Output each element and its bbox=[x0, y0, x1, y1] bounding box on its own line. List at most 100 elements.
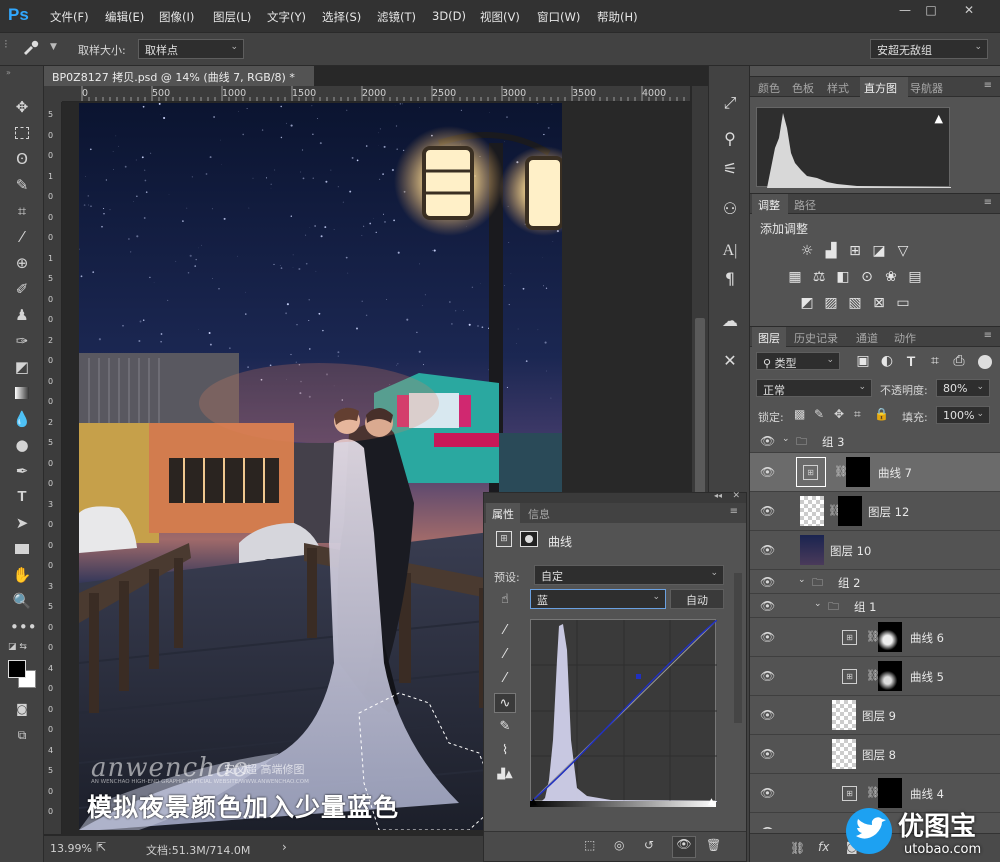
lock-position-icon[interactable]: ✥ bbox=[834, 407, 844, 421]
properties-scrollbar[interactable] bbox=[734, 573, 742, 723]
filter-toggle[interactable] bbox=[978, 355, 992, 369]
panel-menu-icon[interactable]: ≡ bbox=[984, 330, 992, 341]
layer-name[interactable]: 图层 12 bbox=[868, 504, 909, 520]
eye-icon[interactable]: 👁 bbox=[760, 825, 775, 829]
more-tools-icon[interactable]: ••• bbox=[10, 616, 37, 638]
eraser-tool-icon[interactable]: ◩ bbox=[10, 356, 34, 378]
layer-row-group-1[interactable]: 👁 ⌄ 🗀 组 1 bbox=[750, 594, 1000, 618]
layer-name[interactable]: 图层 9 bbox=[862, 708, 896, 724]
levels-icon[interactable]: ▟ bbox=[822, 242, 840, 260]
panel-menu-icon[interactable]: ≡ bbox=[984, 197, 992, 208]
tool-presets-icon[interactable]: ✕ bbox=[719, 350, 741, 372]
filter-smart-object-icon[interactable]: ⎙ bbox=[950, 352, 968, 370]
workspace-select[interactable]: 安超无敌组 ⌄ bbox=[870, 39, 988, 59]
reset-icon[interactable]: ↺ bbox=[644, 838, 654, 852]
tab-history[interactable]: 历史记录 bbox=[794, 330, 838, 346]
black-point-eyedropper-icon[interactable]: ⁄ bbox=[494, 621, 516, 641]
blur-tool-icon[interactable]: 💧 bbox=[10, 408, 34, 430]
tab-info[interactable]: 信息 bbox=[528, 506, 550, 522]
menu-help[interactable]: 帮助(H) bbox=[597, 9, 638, 25]
white-point-slider[interactable]: ▲ bbox=[708, 797, 715, 807]
tab-navigator[interactable]: 导航器 bbox=[910, 80, 943, 96]
quick-select-tool-icon[interactable]: ✎ bbox=[10, 174, 34, 196]
smooth-curve-icon[interactable]: ⌇ bbox=[494, 741, 516, 761]
tool-preset-chevron-icon[interactable]: ▼ bbox=[50, 42, 57, 52]
exposure-icon[interactable]: ◪ bbox=[870, 242, 888, 260]
dodge-tool-icon[interactable]: ● bbox=[10, 434, 34, 456]
collapse-icon[interactable]: » bbox=[6, 68, 11, 77]
menu-type[interactable]: 文字(Y) bbox=[267, 9, 306, 25]
share-icon[interactable]: ⇱ bbox=[96, 840, 106, 854]
tab-paths[interactable]: 路径 bbox=[794, 197, 816, 213]
panel-menu-icon[interactable]: ≡ bbox=[730, 506, 738, 517]
document-tab[interactable]: BP0Z8127 拷贝.psd @ 14% (曲线 7, RGB/8) * × bbox=[44, 66, 314, 98]
warning-icon[interactable]: ▲ bbox=[935, 112, 943, 125]
eyedropper-tool-icon[interactable] bbox=[22, 40, 42, 56]
lasso-tool-icon[interactable]: ʘ bbox=[10, 148, 34, 170]
crop-tool-icon[interactable]: ⌗ bbox=[10, 200, 34, 222]
clipping-warning-icon[interactable]: ▟▲ bbox=[494, 765, 516, 785]
tab-color[interactable]: 颜色 bbox=[758, 80, 780, 96]
layer-row-curves-6[interactable]: 👁 ⊞ ⛓ 曲线 6 bbox=[750, 618, 1000, 657]
curves-plot[interactable] bbox=[531, 620, 717, 802]
menu-image[interactable]: 图像(I) bbox=[159, 9, 194, 25]
collapse-icon[interactable]: ◂◂ bbox=[714, 491, 722, 500]
layer-name[interactable]: 曲线 4 bbox=[910, 786, 944, 802]
zoom-level[interactable]: 13.99% bbox=[50, 842, 92, 855]
gray-point-eyedropper-icon[interactable]: ⁄ bbox=[494, 645, 516, 665]
adjust-sliders-icon[interactable]: ⚟ bbox=[719, 158, 741, 180]
close-button[interactable]: ✕ bbox=[952, 0, 986, 22]
tab-layers[interactable]: 图层 bbox=[758, 330, 780, 346]
eyedropper-tool-icon[interactable]: ⁄ bbox=[10, 226, 34, 248]
fx-icon[interactable]: fx bbox=[818, 840, 829, 854]
default-colors-icon[interactable]: ◪ ⇆ bbox=[8, 642, 27, 652]
layer-name[interactable]: 组 2 bbox=[838, 575, 860, 591]
tab-styles[interactable]: 样式 bbox=[827, 80, 849, 96]
path-selection-tool-icon[interactable]: ➤ bbox=[10, 512, 34, 534]
visibility-eye-icon[interactable]: 👁 bbox=[672, 836, 696, 858]
layer-mask-thumb[interactable] bbox=[878, 661, 902, 691]
type-tool-icon[interactable]: T bbox=[10, 486, 34, 508]
panel-titlebar[interactable]: ◂◂ ✕ bbox=[484, 491, 746, 503]
layer-row-curves-5[interactable]: 👁 ⊞ ⛓ 曲线 5 bbox=[750, 657, 1000, 696]
layer-name[interactable]: 曲线 6 bbox=[910, 630, 944, 646]
chevron-right-icon[interactable]: › bbox=[282, 840, 287, 854]
layer-name[interactable]: 曲线 5 bbox=[910, 669, 944, 685]
menu-select[interactable]: 选择(S) bbox=[322, 9, 361, 25]
channel-mixer-icon[interactable]: ❀ bbox=[882, 268, 900, 286]
layer-row-layer-9[interactable]: 👁 图层 9 bbox=[750, 696, 1000, 735]
eye-icon[interactable]: 👁 bbox=[760, 630, 775, 644]
gradient-tool-icon[interactable] bbox=[10, 382, 34, 404]
quick-mask-icon[interactable]: ◙ bbox=[10, 698, 34, 720]
opacity-field[interactable]: 80% ⌄ bbox=[936, 379, 990, 397]
layer-mask-thumb[interactable] bbox=[838, 496, 862, 526]
hand-tool-icon[interactable]: ✋ bbox=[10, 564, 34, 586]
foreground-color-swatch-front[interactable] bbox=[8, 660, 26, 678]
curves-graph[interactable] bbox=[530, 619, 717, 802]
panel-menu-icon[interactable]: ≡ bbox=[984, 80, 992, 91]
layer-filter-select[interactable]: ⚲ 类型 ⌄ bbox=[756, 352, 840, 370]
chevron-down-icon[interactable]: ⌄ bbox=[814, 599, 822, 609]
auto-button[interactable]: 自动 bbox=[670, 589, 724, 609]
maximize-button[interactable]: □ bbox=[914, 0, 948, 22]
eye-icon[interactable]: 👁 bbox=[760, 465, 775, 479]
layer-name[interactable]: 组 3 bbox=[822, 434, 844, 450]
menu-edit[interactable]: 编辑(E) bbox=[105, 9, 144, 25]
eye-icon[interactable]: 👁 bbox=[760, 708, 775, 722]
menu-view[interactable]: 视图(V) bbox=[480, 9, 520, 25]
layer-name[interactable]: 图层 10 bbox=[830, 543, 871, 559]
gradient-map-icon[interactable]: ▭ bbox=[894, 294, 912, 312]
preset-select[interactable]: 自定 ⌄ bbox=[534, 565, 724, 585]
lock-all-icon[interactable]: 🔒 bbox=[874, 407, 889, 421]
photo-filter-icon[interactable]: ⊙ bbox=[858, 268, 876, 286]
brightness-contrast-icon[interactable]: ☼ bbox=[798, 242, 816, 260]
selective-color-icon[interactable]: ⊠ bbox=[870, 294, 888, 312]
tab-properties[interactable]: 属性 bbox=[492, 506, 514, 522]
marquee-tool-icon[interactable] bbox=[10, 122, 34, 144]
target-adjust-icon[interactable]: ☝ bbox=[494, 590, 516, 610]
tab-adjustments[interactable]: 调整 bbox=[758, 197, 780, 213]
link-layers-icon[interactable]: ⛓ bbox=[790, 841, 805, 855]
menu-layer[interactable]: 图层(L) bbox=[213, 9, 251, 25]
layer-name[interactable]: 图层 8 bbox=[862, 747, 896, 763]
menu-window[interactable]: 窗口(W) bbox=[537, 9, 580, 25]
